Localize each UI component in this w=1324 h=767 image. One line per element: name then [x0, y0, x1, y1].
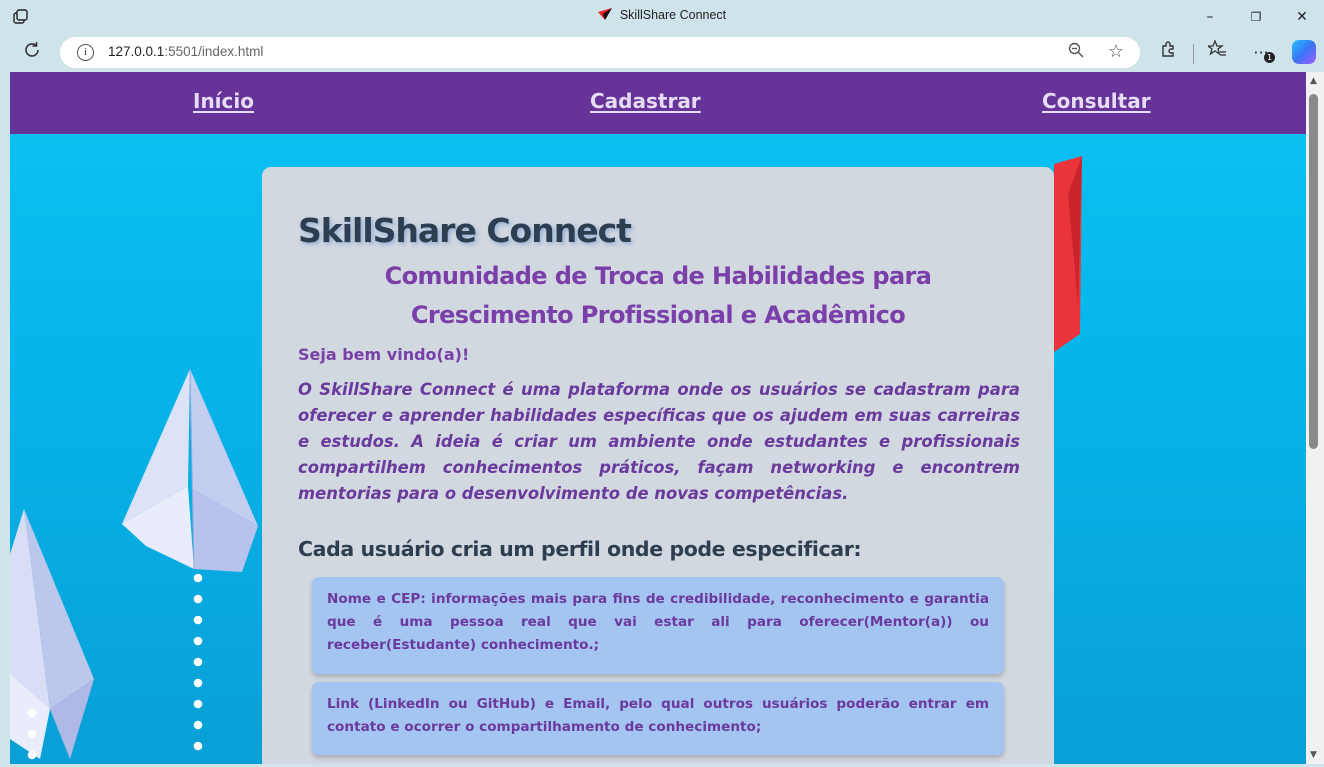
browser-toolbar: i 127.0.0.1:5501/index.html ☆ ··· 1: [0, 34, 1324, 72]
url-host: 127.0.0.1: [108, 44, 165, 59]
scroll-up-arrow-icon[interactable]: ▲: [1310, 76, 1317, 86]
extensions-icon[interactable]: [1155, 40, 1181, 66]
welcome-text: Seja bem vindo(a)!: [298, 345, 470, 364]
profile-heading: Cada usuário cria um perfil onde pode es…: [298, 537, 862, 561]
window-title: SkillShare Connect: [0, 8, 1324, 22]
info-icon[interactable]: i: [77, 44, 94, 61]
scrollbar-thumb[interactable]: [1309, 94, 1318, 449]
title-bar: SkillShare Connect – ❐ ✕: [0, 0, 1324, 34]
profile-item-link-email: Link (LinkedIn ou GitHub) e Email, pelo …: [312, 682, 1004, 755]
zoom-out-icon[interactable]: [1068, 42, 1084, 62]
favicon-paper-plane-icon: [597, 8, 612, 20]
favorite-star-icon[interactable]: ☆: [1108, 41, 1124, 62]
minimize-button[interactable]: –: [1188, 4, 1232, 30]
content-card: SkillShare Connect Comunidade de Troca d…: [262, 167, 1054, 764]
site-navbar: Início Cadastrar Consultar: [10, 72, 1306, 134]
maximize-button[interactable]: ❐: [1234, 4, 1278, 30]
url-text[interactable]: 127.0.0.1:5501/index.html: [108, 44, 263, 59]
nav-link-inicio[interactable]: Início: [193, 89, 254, 113]
close-button[interactable]: ✕: [1280, 4, 1324, 30]
page-scrollbar[interactable]: ▲ ▼: [1306, 72, 1324, 764]
page-title: SkillShare Connect: [298, 211, 632, 250]
toolbar-divider: [1193, 44, 1194, 64]
subtitle-line-2: Crescimento Profissional e Acadêmico: [410, 301, 906, 329]
url-path: :5501/index.html: [164, 44, 264, 59]
favorites-icon[interactable]: [1204, 39, 1230, 66]
nav-link-cadastrar[interactable]: Cadastrar: [590, 89, 701, 113]
intro-paragraph: O SkillShare Connect é uma plataforma on…: [298, 380, 1020, 503]
page-subtitle: Comunidade de Troca de Habilidades para …: [298, 257, 1018, 335]
page-viewport: Início Cadastrar Consultar SkillShare Co…: [10, 72, 1306, 764]
scroll-down-arrow-icon[interactable]: ▼: [1310, 750, 1317, 760]
profile-item-name-cep: Nome e CEP: informações mais para fins d…: [312, 577, 1004, 674]
notification-badge: 1: [1264, 52, 1275, 63]
refresh-icon[interactable]: [20, 40, 44, 64]
tab-title: SkillShare Connect: [619, 8, 727, 22]
copilot-icon[interactable]: [1292, 40, 1316, 64]
address-bar[interactable]: i 127.0.0.1:5501/index.html ☆: [60, 37, 1140, 68]
subtitle-line-1: Comunidade de Troca de Habilidades para: [384, 262, 932, 290]
nav-link-consultar[interactable]: Consultar: [1042, 89, 1151, 113]
